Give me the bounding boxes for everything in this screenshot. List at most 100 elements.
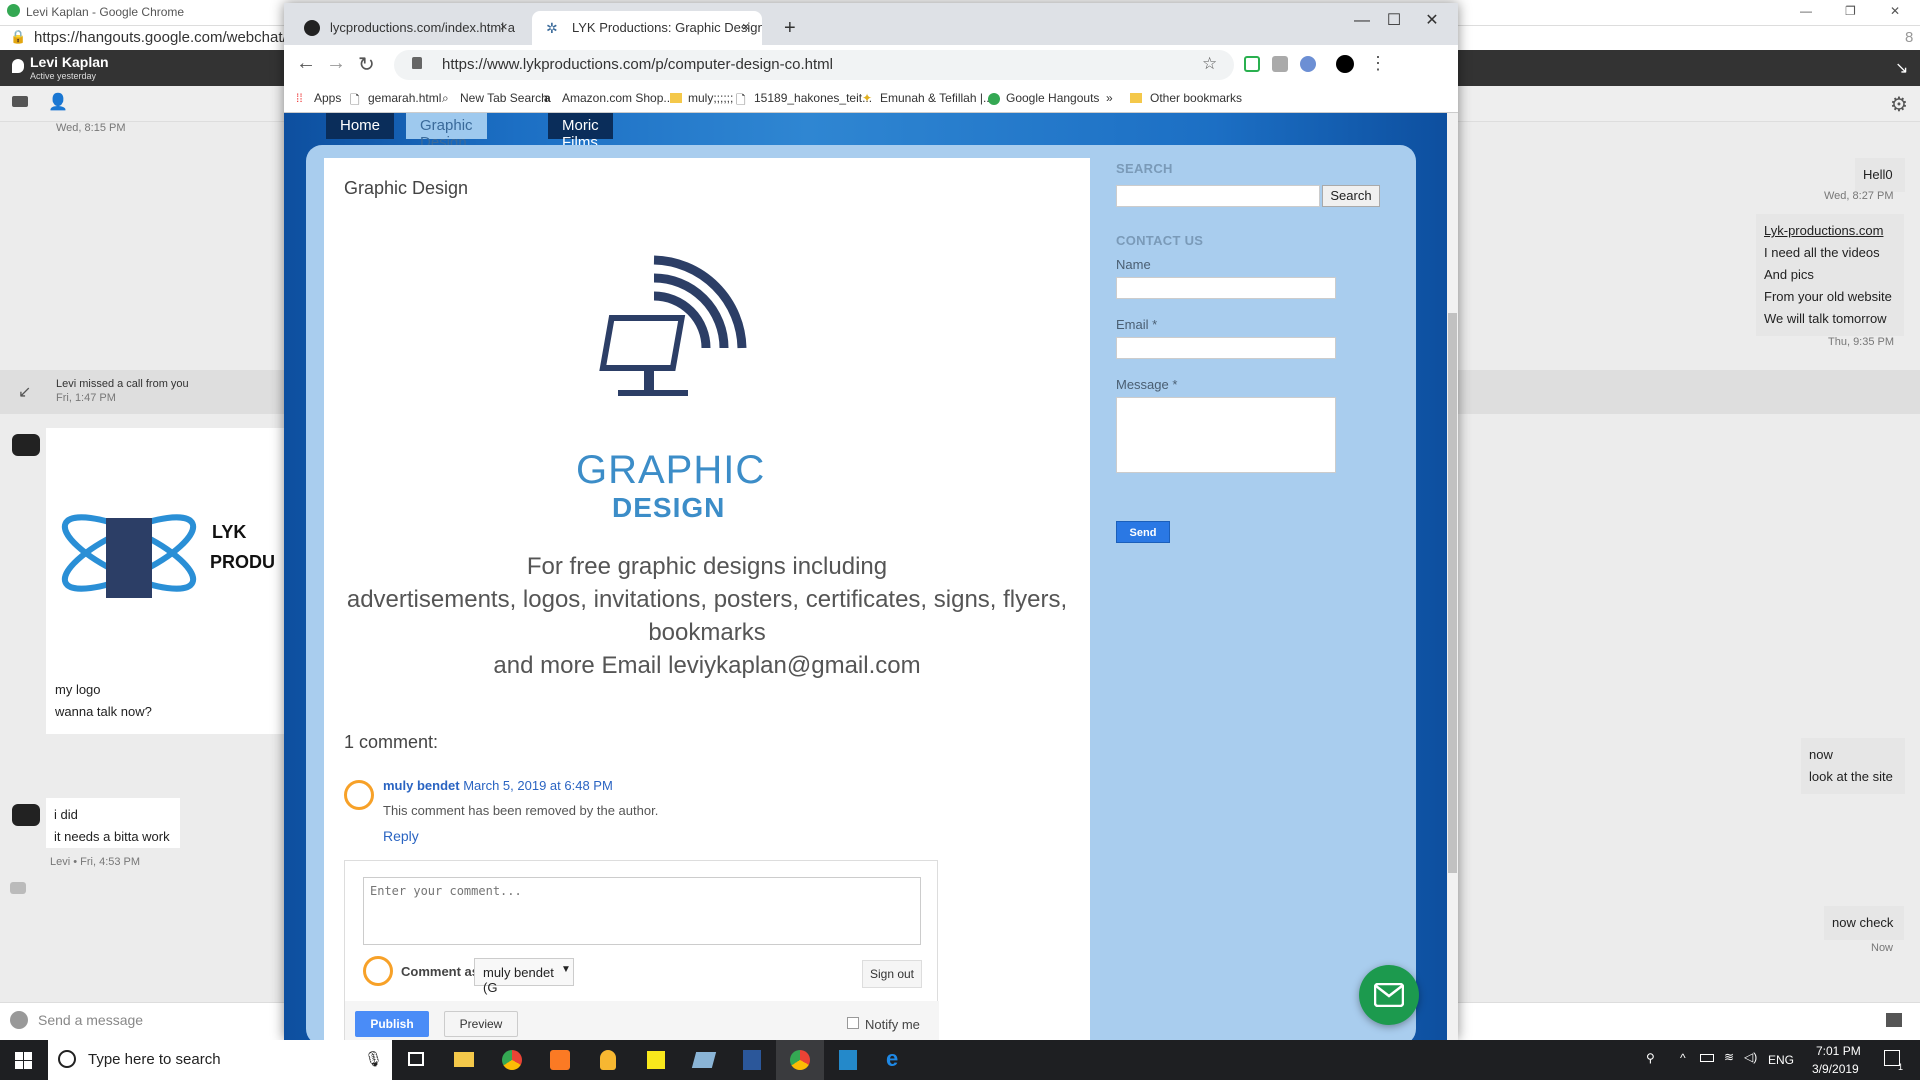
search-input[interactable]	[1116, 185, 1320, 207]
file-explorer-icon[interactable]	[440, 1040, 488, 1080]
preview-button[interactable]: Preview	[444, 1011, 518, 1037]
taskbar-search-box[interactable]: Type here to search 🎙	[48, 1040, 392, 1080]
tab-close-icon[interactable]: ×	[500, 19, 508, 34]
bookmark-item[interactable]: muly;;;;;;	[688, 91, 733, 105]
message-field[interactable]	[1116, 397, 1336, 473]
search-circle-icon	[58, 1050, 76, 1068]
send-message-input[interactable]: Send a message	[38, 1012, 143, 1028]
bookmark-item[interactable]: New Tab Search	[460, 91, 548, 105]
commenter-name[interactable]: muly bendet	[383, 778, 460, 793]
reply-link[interactable]: Reply	[383, 828, 419, 844]
bookmarks-overflow-button[interactable]: »	[1106, 91, 1113, 105]
edge-icon[interactable]: e	[872, 1040, 920, 1080]
page-scrollbar[interactable]	[1447, 113, 1458, 1040]
chrome-menu-icon[interactable]: ⋮	[1369, 53, 1387, 74]
settings-gear-icon[interactable]: ⚙	[1890, 92, 1908, 117]
chrome-active-icon[interactable]	[776, 1040, 824, 1080]
lyk-logo-graphic	[61, 514, 197, 598]
chrome-icon[interactable]	[488, 1040, 536, 1080]
message-line: i did	[54, 807, 78, 822]
address-url: https://www.lykproductions.com/p/compute…	[442, 56, 833, 73]
camera-icon	[10, 882, 26, 894]
bookmark-item[interactable]: 15189_hakones_teit...	[754, 91, 872, 105]
comment-textarea[interactable]	[363, 877, 921, 945]
popout-icon[interactable]: ↘	[1895, 58, 1908, 78]
email-label: Email *	[1116, 317, 1158, 332]
bookmark-item[interactable]: Amazon.com Shop...	[562, 91, 673, 105]
sticky-notes-icon[interactable]	[632, 1040, 680, 1080]
bookmark-star-icon[interactable]: ☆	[1202, 54, 1217, 74]
email-fab-button[interactable]	[1359, 965, 1419, 1025]
close-window-icon[interactable]: ✕	[1412, 9, 1452, 33]
task-view-icon[interactable]	[392, 1040, 440, 1080]
language-indicator[interactable]: ENG	[1768, 1053, 1794, 1067]
add-person-icon[interactable]: 👤	[48, 92, 68, 112]
people-icon[interactable]: ⚲	[1646, 1051, 1655, 1065]
nav-graphic-design[interactable]: Graphic Design	[406, 113, 487, 151]
extension-grammarly-icon[interactable]	[1244, 56, 1260, 72]
bookmark-item[interactable]: Apps	[314, 91, 341, 105]
extension-globe-icon[interactable]	[1300, 56, 1316, 72]
volume-icon[interactable]: ◁)	[1744, 1050, 1757, 1064]
blogger-favicon-icon: ✲	[546, 20, 558, 36]
forward-icon[interactable]: →	[326, 52, 346, 75]
tab-lyk-graphic-design[interactable]: ✲ LYK Productions: Graphic Design ×	[532, 11, 762, 45]
tray-expand-icon[interactable]: ^	[1680, 1051, 1686, 1065]
clock-time[interactable]: 7:01 PM	[1816, 1044, 1861, 1058]
emoji-icon[interactable]	[10, 1011, 28, 1029]
vscode-icon[interactable]	[824, 1040, 872, 1080]
bookmark-item[interactable]: Emunah & Tefillah |...	[880, 91, 993, 105]
new-tab-button[interactable]: +	[784, 17, 796, 40]
bg-close-icon[interactable]: ✕	[1890, 4, 1900, 18]
comment-date[interactable]: March 5, 2019 at 6:48 PM	[463, 778, 613, 793]
wifi-icon[interactable]: ≋	[1724, 1050, 1734, 1064]
bg-restore-icon[interactable]: ❐	[1845, 4, 1856, 18]
clock-date[interactable]: 3/9/2019	[1812, 1062, 1859, 1076]
bookmark-item[interactable]: Google Hangouts	[1006, 91, 1099, 105]
video-call-icon[interactable]	[12, 96, 28, 107]
tab-lycproductions[interactable]: lycproductions.com/index.html a ×	[290, 11, 520, 45]
profile-avatar[interactable]	[1336, 55, 1354, 73]
identity-select[interactable]: muly bendet (G ▼	[474, 958, 574, 995]
message-link[interactable]: Lyk-productions.com	[1764, 220, 1896, 242]
hangouts-icon	[988, 93, 1000, 105]
address-bar[interactable]: https://www.lykproductions.com/p/compute…	[394, 50, 1234, 80]
bookmark-item[interactable]: gemarah.html	[368, 91, 441, 105]
word-icon[interactable]	[728, 1040, 776, 1080]
start-button[interactable]	[0, 1040, 48, 1080]
windows-taskbar: Type here to search 🎙 e ⚲ ^ ≋ ◁) ENG 7:0…	[0, 1040, 1920, 1080]
back-icon[interactable]: ←	[296, 52, 316, 75]
publish-button[interactable]: Publish	[355, 1011, 429, 1037]
send-button[interactable]: Send	[1116, 521, 1170, 543]
search-button[interactable]: Search	[1322, 185, 1380, 207]
xampp-icon[interactable]	[536, 1040, 584, 1080]
app-icon[interactable]	[680, 1040, 728, 1080]
sign-out-button[interactable]: Sign out	[862, 960, 922, 988]
microphone-icon[interactable]: 🎙	[364, 1050, 383, 1068]
notify-checkbox[interactable]	[847, 1017, 859, 1029]
reload-icon[interactable]: ↻	[358, 52, 375, 77]
battery-icon[interactable]	[1700, 1054, 1714, 1062]
tab-strip: lycproductions.com/index.html a × ✲ LYK …	[284, 3, 1458, 45]
logo-image-message[interactable]: LYK PRODU my logo wanna talk now?	[46, 428, 284, 734]
hangouts-icon	[7, 4, 20, 17]
scrollbar-thumb[interactable]	[1448, 313, 1457, 873]
app-icon[interactable]	[584, 1040, 632, 1080]
extension-icon[interactable]	[1272, 56, 1288, 72]
post-card: Graphic Design GRAPHIC DESIGN For free g…	[324, 158, 1090, 1040]
contact-avatar	[12, 804, 40, 826]
amazon-icon: a	[544, 91, 551, 105]
nav-moric-films[interactable]: Moric Films	[548, 113, 613, 151]
nav-home[interactable]: Home	[326, 113, 395, 139]
mail-icon	[1374, 983, 1404, 1007]
bg-minimize-icon[interactable]: —	[1800, 4, 1812, 18]
email-field[interactable]	[1116, 337, 1336, 359]
post-body-line: advertisements, logos, invitations, post…	[346, 586, 1068, 613]
contact-status: Active yesterday	[30, 71, 97, 81]
tab-close-icon[interactable]: ×	[742, 19, 750, 34]
maximize-icon[interactable]: ☐	[1374, 9, 1414, 33]
image-attach-icon[interactable]	[1886, 1013, 1902, 1027]
bookmark-item[interactable]: Other bookmarks	[1150, 91, 1242, 105]
comment-form-footer: Publish Preview Notify me	[345, 1001, 939, 1040]
name-field[interactable]	[1116, 277, 1336, 299]
